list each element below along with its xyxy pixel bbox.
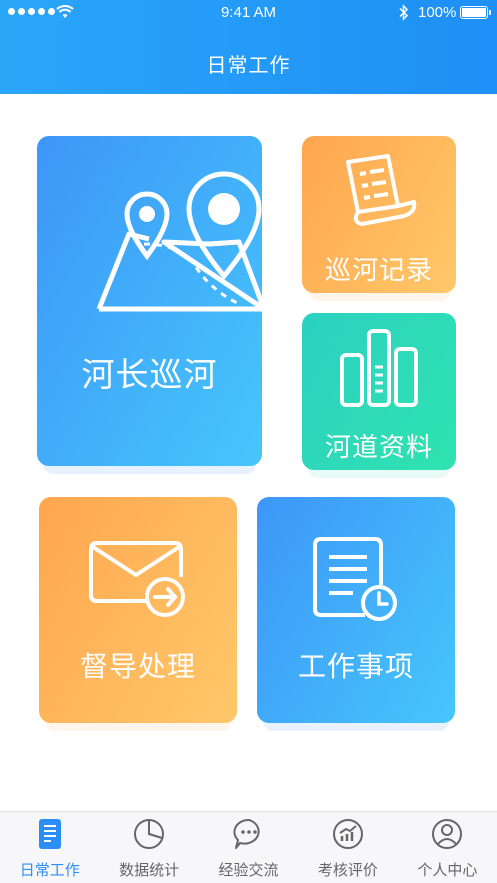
tab-bar: 日常工作 数据统计 经验交流 考核评价 个人中心 xyxy=(0,811,497,883)
card-river-data[interactable]: 河道资料 xyxy=(302,313,456,478)
card-patrol-record[interactable]: 巡河记录 xyxy=(302,136,456,301)
tab-exchange[interactable]: 经验交流 xyxy=(199,812,298,883)
tab-statistics[interactable]: 数据统计 xyxy=(99,812,198,883)
page-title: 日常工作 xyxy=(206,55,291,77)
card-label: 督导处理 xyxy=(79,651,196,682)
card-label: 工作事项 xyxy=(297,651,414,682)
battery-percent: 100% xyxy=(418,4,457,21)
tab-daily-work[interactable]: 日常工作 xyxy=(0,812,99,883)
card-label: 巡河记录 xyxy=(324,255,433,285)
card-supervision[interactable]: 督导处理 xyxy=(39,497,237,731)
document-clock-icon xyxy=(313,537,397,621)
map-pin-icon xyxy=(96,171,267,312)
card-label: 河道资料 xyxy=(324,432,433,462)
card-work-items[interactable]: 工作事项 xyxy=(257,497,455,731)
card-river-patrol[interactable]: 河长巡河 xyxy=(37,136,267,474)
tab-label: 日常工作 xyxy=(19,862,80,879)
status-bar: 9:41 AM 100% xyxy=(0,0,497,26)
bar-chart-icon xyxy=(340,329,418,407)
tab-label: 考核评价 xyxy=(317,862,378,879)
tab-assessment[interactable]: 考核评价 xyxy=(298,812,397,883)
pie-chart-icon xyxy=(134,819,165,849)
document-scroll-icon xyxy=(346,154,417,226)
battery-icon xyxy=(460,6,491,19)
user-icon xyxy=(432,819,463,849)
mail-forward-icon xyxy=(89,541,185,617)
document-icon xyxy=(38,819,61,849)
trend-chart-icon xyxy=(332,819,363,849)
tab-label: 个人中心 xyxy=(417,862,478,879)
bluetooth-icon xyxy=(399,4,409,21)
tab-label: 经验交流 xyxy=(218,862,279,879)
tab-label: 数据统计 xyxy=(119,862,180,879)
card-label: 河长巡河 xyxy=(81,356,218,393)
chat-bubble-icon xyxy=(232,818,260,849)
header: 9:41 AM 100% 日常工作 xyxy=(0,0,497,94)
tab-profile[interactable]: 个人中心 xyxy=(398,812,497,883)
